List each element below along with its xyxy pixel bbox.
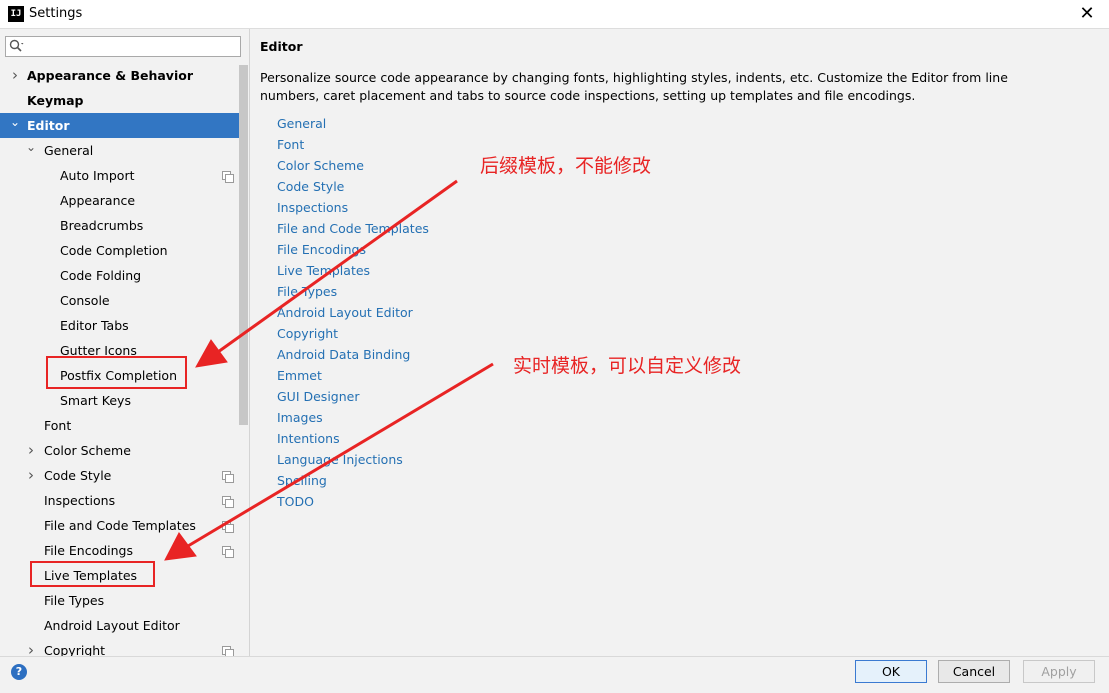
tree-item-label: Breadcrumbs xyxy=(60,218,144,233)
tree-item[interactable]: › Appearance & Behavior xyxy=(0,63,239,88)
subsection-link[interactable]: Language Injections xyxy=(277,449,403,470)
chevron-down-icon[interactable]: ⌄ xyxy=(25,138,37,156)
tree-item[interactable]: Inspections xyxy=(0,488,239,513)
subsection-link[interactable]: TODO xyxy=(277,491,314,512)
tree-item[interactable]: ⌄ General xyxy=(0,138,239,163)
live-templates-highlight-box xyxy=(30,561,155,587)
project-scope-icon xyxy=(222,646,234,656)
tree-item-label: Smart Keys xyxy=(60,393,131,408)
subsection-link[interactable]: File and Code Templates xyxy=(277,218,429,239)
subsection-link[interactable]: Inspections xyxy=(277,197,348,218)
subsection-link[interactable]: Font xyxy=(277,134,304,155)
subsection-link[interactable]: Images xyxy=(277,407,323,428)
tree-item[interactable]: File Types xyxy=(0,588,239,613)
tree-item[interactable]: File Encodings xyxy=(0,538,239,563)
subsection-link[interactable]: Emmet xyxy=(277,365,322,386)
tree-item-label: File and Code Templates xyxy=(44,518,196,533)
tree-item[interactable]: › Code Style xyxy=(0,463,239,488)
tree-item[interactable]: › Color Scheme xyxy=(0,438,239,463)
tree-item-label: Color Scheme xyxy=(44,443,131,458)
help-icon[interactable]: ? xyxy=(11,664,27,680)
tree-item-label: Inspections xyxy=(44,493,116,508)
intellij-logo-icon: IJ xyxy=(8,6,24,22)
cancel-button[interactable]: Cancel xyxy=(938,660,1010,683)
ok-button[interactable]: OK xyxy=(855,660,927,683)
subsection-link[interactable]: General xyxy=(277,113,326,134)
subsection-link[interactable]: Code Style xyxy=(277,176,344,197)
tree-item[interactable]: Code Folding xyxy=(0,263,239,288)
subsection-link[interactable]: GUI Designer xyxy=(277,386,359,407)
tree-item-label: Editor Tabs xyxy=(60,318,129,333)
chevron-right-icon[interactable]: › xyxy=(25,463,37,488)
tree-item[interactable]: Keymap xyxy=(0,88,239,113)
close-button[interactable]: ✕ xyxy=(1065,0,1109,28)
tree-item-label: Android Layout Editor xyxy=(44,618,180,633)
tree-item[interactable]: Android Layout Editor xyxy=(0,613,239,638)
postfix-annotation-text: 后缀模板，不能修改 xyxy=(480,155,652,177)
tree-item-label: Copyright xyxy=(44,643,106,656)
tree-item-label: Keymap xyxy=(27,93,84,108)
tree-item[interactable]: Breadcrumbs xyxy=(0,213,239,238)
tree-item-label: Code Folding xyxy=(60,268,142,283)
tree-item-label: Font xyxy=(44,418,72,433)
tree-item[interactable]: Code Completion xyxy=(0,238,239,263)
tree-item-label: Editor xyxy=(27,118,70,133)
search-input[interactable] xyxy=(26,38,240,57)
tree-item[interactable]: Editor Tabs xyxy=(0,313,239,338)
dialog-footer: ? OK Cancel Apply xyxy=(0,656,1109,693)
subsection-link[interactable]: Live Templates xyxy=(277,260,370,281)
project-scope-icon xyxy=(222,546,234,558)
window-title: Settings xyxy=(29,6,83,21)
subsection-link[interactable]: Color Scheme xyxy=(277,155,364,176)
apply-button[interactable]: Apply xyxy=(1023,660,1095,683)
section-description: Personalize source code appearance by ch… xyxy=(260,70,1008,103)
subsection-link[interactable]: Spelling xyxy=(277,470,327,491)
tree-scrollbar[interactable] xyxy=(239,65,248,425)
tree-item[interactable]: Appearance xyxy=(0,188,239,213)
tree-item-label: Auto Import xyxy=(60,168,135,183)
tree-item[interactable]: ⌄ Editor xyxy=(0,113,239,138)
project-scope-icon xyxy=(222,496,234,508)
chevron-right-icon[interactable]: › xyxy=(9,63,21,88)
search-icon xyxy=(9,39,24,52)
subsection-link[interactable]: File Encodings xyxy=(277,239,366,260)
section-title: Editor xyxy=(260,39,303,54)
tree-item[interactable]: File and Code Templates xyxy=(0,513,239,538)
search-box[interactable] xyxy=(5,36,241,57)
tree-item[interactable]: Auto Import xyxy=(0,163,239,188)
subsection-link[interactable]: Intentions xyxy=(277,428,340,449)
tree-item-label: Appearance & Behavior xyxy=(27,68,193,83)
tree-item-label: Code Style xyxy=(44,468,112,483)
title-bar: IJ Settings ✕ xyxy=(0,0,1109,29)
project-scope-icon xyxy=(222,171,234,183)
postfix-highlight-box xyxy=(46,356,187,389)
subsection-link[interactable]: Copyright xyxy=(277,323,338,344)
tree-item[interactable]: › Copyright xyxy=(0,638,239,656)
project-scope-icon xyxy=(222,471,234,483)
tree-item-label: Code Completion xyxy=(60,243,168,258)
tree-item-label: Console xyxy=(60,293,110,308)
subsection-link[interactable]: Android Data Binding xyxy=(277,344,410,365)
content-panel: Editor Personalize source code appearanc… xyxy=(250,29,1109,656)
chevron-right-icon[interactable]: › xyxy=(25,638,37,656)
subsection-link[interactable]: Android Layout Editor xyxy=(277,302,413,323)
tree-item-label: File Types xyxy=(44,593,105,608)
subsection-link[interactable]: File Types xyxy=(277,281,337,302)
chevron-down-icon[interactable]: ⌄ xyxy=(9,113,21,131)
tree-item-label: General xyxy=(44,143,94,158)
tree-item[interactable]: Font xyxy=(0,413,239,438)
chevron-right-icon[interactable]: › xyxy=(25,438,37,463)
tree-item-label: Appearance xyxy=(60,193,136,208)
tree-item[interactable]: Console xyxy=(0,288,239,313)
tree-item[interactable]: Smart Keys xyxy=(0,388,239,413)
project-scope-icon xyxy=(222,521,234,533)
live-templates-annotation-text: 实时模板，可以自定义修改 xyxy=(513,355,742,377)
tree-item-label: File Encodings xyxy=(44,543,134,558)
